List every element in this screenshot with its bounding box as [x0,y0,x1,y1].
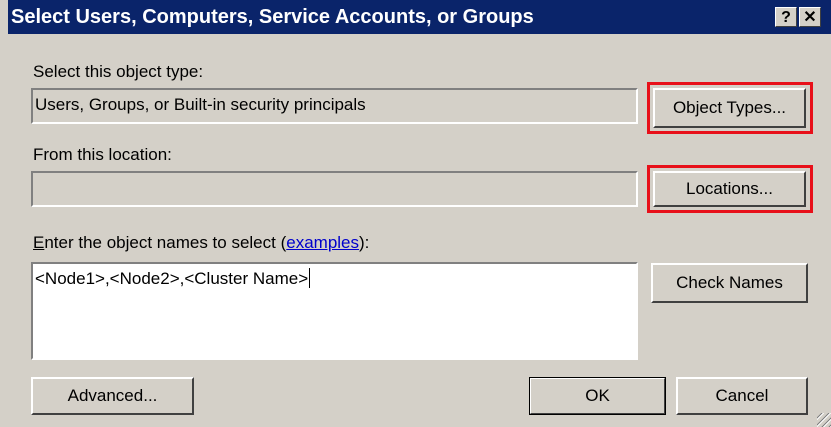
check-names-button-label: Check Names [676,273,783,292]
check-names-button[interactable]: Check Names [651,263,808,303]
object-type-label: Select this object type: [33,62,204,81]
select-users-dialog: Select Users, Computers, Service Account… [0,0,831,427]
object-names-value: <Node1>,<Node2>,<Cluster Name> [35,269,309,288]
locations-button-label: Locations... [686,179,773,198]
title-bar[interactable]: Select Users, Computers, Service Account… [8,0,831,34]
window-title: Select Users, Computers, Service Account… [11,6,534,28]
object-names-input[interactable]: <Node1>,<Node2>,<Cluster Name> [31,262,638,360]
ok-button[interactable]: OK [529,377,666,415]
locations-button[interactable]: Locations... [653,171,806,207]
cancel-button[interactable]: Cancel [676,377,808,415]
object-names-label-suffix: ): [359,233,370,252]
advanced-button[interactable]: Advanced... [31,377,194,415]
advanced-button-label: Advanced... [67,386,158,405]
location-field [31,171,638,207]
close-icon[interactable]: ✕ [799,7,821,27]
resize-grip-icon[interactable] [817,413,831,427]
object-types-button-label: Object Types... [672,98,787,117]
location-label: From this location: [33,145,172,164]
object-types-button[interactable]: Object Types... [653,88,806,128]
help-icon[interactable]: ? [775,7,797,27]
text-caret [309,268,311,288]
ok-button-label: OK [585,386,610,405]
object-names-label: Enter the object names to select (exampl… [33,233,370,252]
object-names-label-prefix: nter the object names to select ( [44,233,287,252]
cancel-button-label: Cancel [715,386,769,405]
examples-link[interactable]: examples [286,233,359,252]
object-type-field: Users, Groups, or Built-in security prin… [31,88,638,124]
